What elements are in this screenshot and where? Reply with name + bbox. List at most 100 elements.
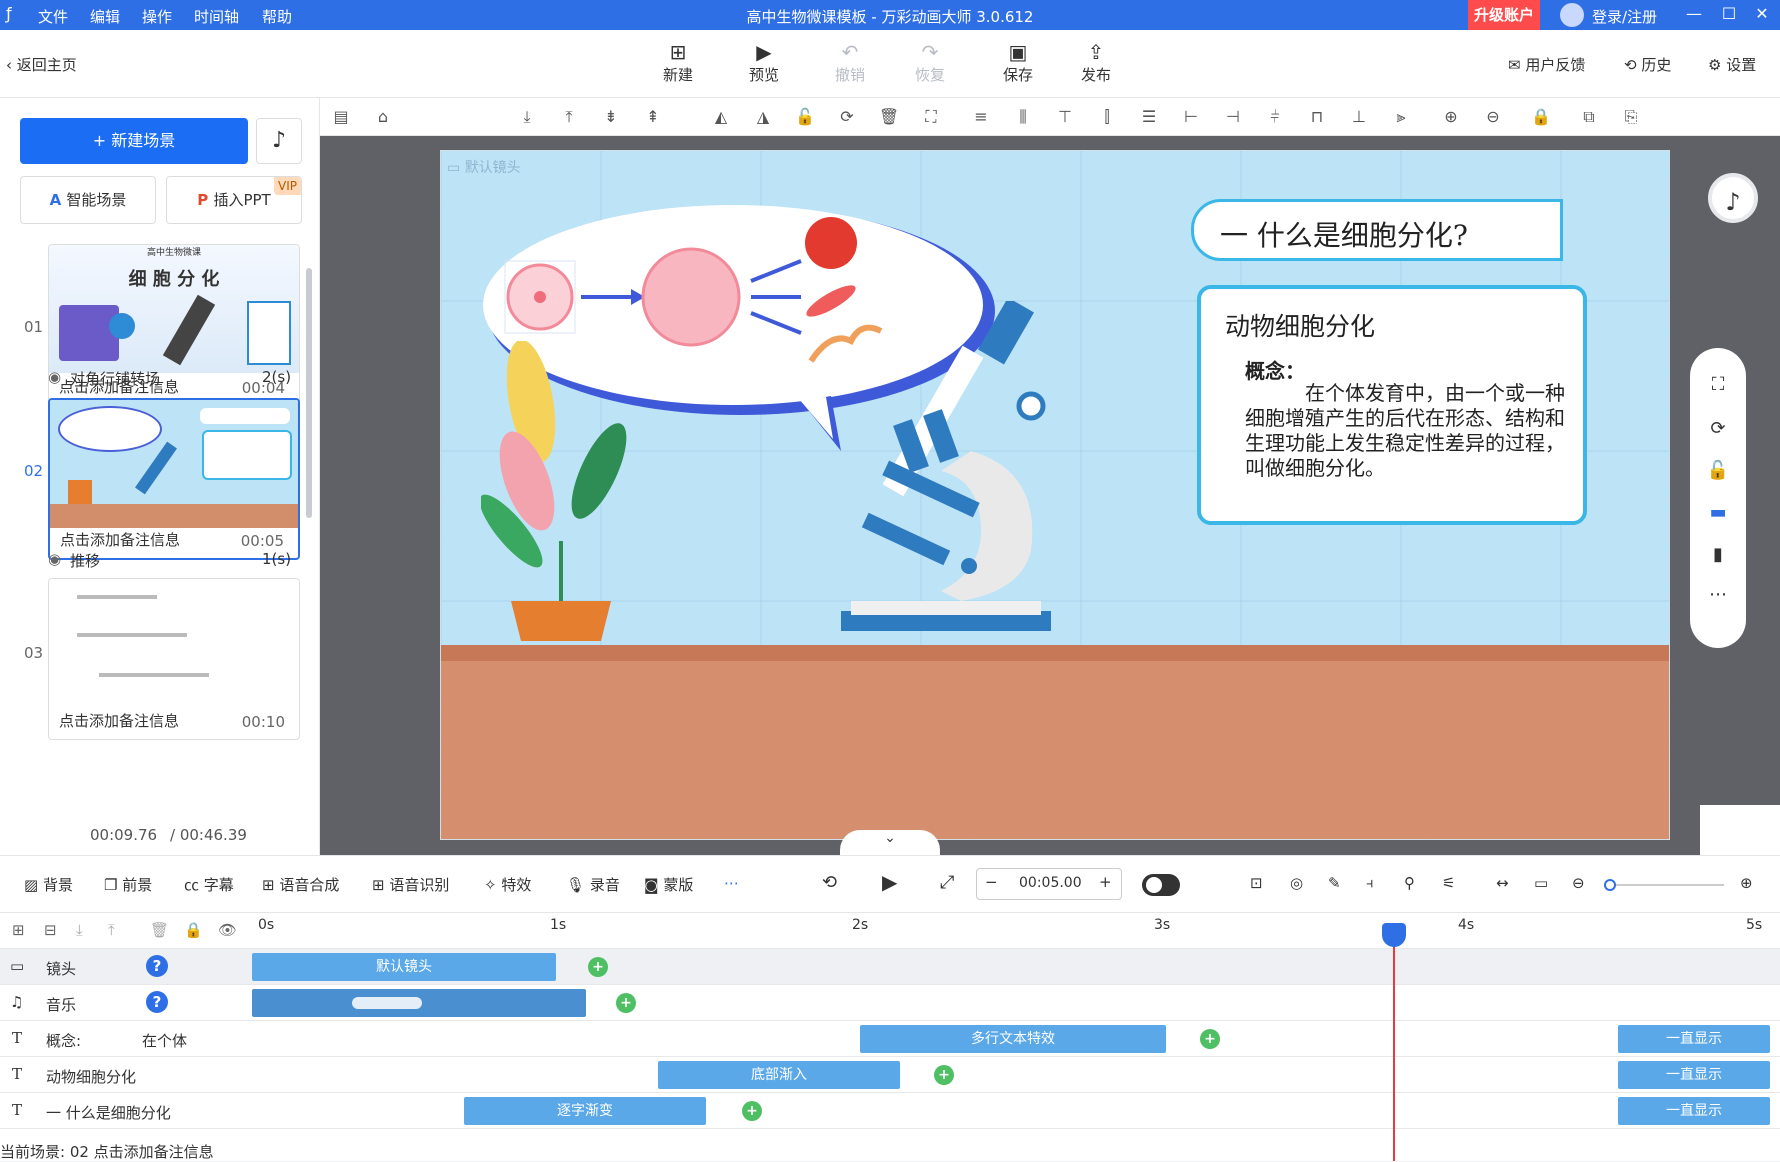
rotate-icon[interactable]: ⟳	[836, 106, 858, 128]
fit-width-icon[interactable]: ↔	[1496, 874, 1509, 892]
history-link[interactable]: ⟲ 历史	[1624, 54, 1671, 75]
scene-card-3[interactable]: 点击添加备注信息 00:10	[48, 578, 300, 740]
align-hcenter-icon[interactable]: ⫩	[1264, 106, 1286, 128]
zoom-in-icon[interactable]: ⊕	[1440, 106, 1462, 128]
plant[interactable]	[481, 341, 641, 641]
minimize-icon[interactable]: —	[1680, 4, 1708, 23]
help-icon[interactable]: ?	[146, 955, 168, 977]
insert-ppt-button[interactable]: P 插入PPT VIP	[166, 176, 302, 224]
zoom-slider-knob[interactable]	[1604, 879, 1616, 891]
unlock-icon[interactable]: 🔓	[1706, 460, 1730, 484]
move-down-icon[interactable]: ⤓	[516, 106, 538, 128]
align-mid-icon[interactable]: ⫼	[1012, 106, 1034, 128]
group-icon[interactable]: ⊡	[1250, 874, 1263, 892]
ruler-icon[interactable]: ▤	[330, 106, 352, 128]
transition-name[interactable]: 推移	[70, 550, 100, 571]
align-center-icon[interactable]: ≡	[970, 106, 992, 128]
track-header[interactable]: T 动物细胞分化	[0, 1057, 252, 1093]
tts-tool[interactable]: ⊞ 语音合成	[262, 874, 339, 895]
mask-tool[interactable]: ◙ 蒙版	[644, 874, 693, 895]
flip-icon[interactable]: ◭	[710, 106, 732, 128]
audio-clip[interactable]	[252, 989, 586, 1017]
trash-icon[interactable]: 🗑	[150, 921, 169, 939]
help-icon[interactable]: ?	[146, 991, 168, 1013]
copy-icon[interactable]: ⧉	[1578, 106, 1600, 128]
fit-screen-icon[interactable]: ⛶	[1706, 374, 1730, 398]
camera-shot-icon[interactable]: ◎	[1290, 874, 1303, 892]
edit-icon[interactable]: ✎	[1328, 874, 1341, 892]
ratio-icon[interactable]: ▭	[1534, 874, 1548, 892]
filter-icon[interactable]: ⚲	[1404, 874, 1415, 892]
keyframe-add-icon[interactable]: +	[1200, 1029, 1220, 1049]
subtitle-tool[interactable]: ㏄ 字幕	[184, 874, 234, 895]
scene-note[interactable]: 点击添加备注信息	[59, 710, 179, 731]
adjust-icon[interactable]: ⚟	[1442, 874, 1455, 892]
collapse-timeline-icon[interactable]: ⌄	[840, 830, 940, 855]
scene-scrollbar[interactable]	[306, 268, 312, 518]
stage-canvas[interactable]: ▭ 默认镜头 一 什么是细胞分化? 动物细胞分化 概念： 在个体发育中，由一个或…	[440, 150, 1670, 840]
replay-icon[interactable]: ⟲	[822, 872, 837, 893]
move-down-icon[interactable]: ⤓	[76, 921, 83, 939]
keyframe-add-icon[interactable]: +	[588, 957, 608, 977]
track-header[interactable]: T 一 什么是细胞分化	[0, 1093, 252, 1129]
play-icon[interactable]: ▶	[882, 870, 897, 894]
publish-button[interactable]: ⇪ 发布	[1066, 40, 1126, 85]
preview-button[interactable]: ▶ 预览	[734, 40, 794, 85]
track-row[interactable]: +	[252, 985, 1780, 1021]
settings-link[interactable]: ⚙ 设置	[1708, 54, 1756, 75]
fullscreen-icon[interactable]: ⤢	[940, 872, 954, 893]
feedback-link[interactable]: ✉ 用户反馈	[1508, 54, 1585, 75]
menu-operate[interactable]: 操作	[142, 6, 172, 27]
effects-tool[interactable]: ✧ 特效	[484, 874, 531, 895]
align-right-icon[interactable]: ⊣	[1222, 106, 1244, 128]
move-up-icon[interactable]: ⤒	[108, 921, 115, 939]
menu-timeline[interactable]: 时间轴	[194, 6, 239, 27]
move-up-icon[interactable]: ⤒	[558, 106, 580, 128]
maximize-icon[interactable]: ☐	[1715, 4, 1743, 23]
keyframe-add-icon[interactable]: +	[616, 993, 636, 1013]
asr-tool[interactable]: ⊞ 语音识别	[372, 874, 449, 895]
flip-v-icon[interactable]: ◮	[752, 106, 774, 128]
align-bottom-icon[interactable]: ⊥	[1348, 106, 1370, 128]
music-fab[interactable]: ♪	[1708, 173, 1758, 223]
clip[interactable]: 一直显示	[1618, 1025, 1770, 1053]
lock-icon[interactable]: 🔓	[794, 106, 816, 128]
clip[interactable]: 逐字渐变	[464, 1097, 706, 1125]
layer-up-icon[interactable]: ⇞	[642, 106, 664, 128]
plus-icon[interactable]: +	[1099, 873, 1112, 891]
foreground-tool[interactable]: ❐ 前景	[104, 874, 152, 895]
keyframe-add-icon[interactable]: +	[934, 1065, 954, 1085]
delete-icon[interactable]: 🗑	[878, 106, 900, 128]
new-scene-button[interactable]: + 新建场景	[20, 118, 248, 164]
login-link[interactable]: 登录/注册	[1592, 6, 1657, 27]
lock-icon[interactable]: 🔒	[184, 921, 203, 939]
close-icon[interactable]: ✕	[1748, 4, 1776, 23]
clip[interactable]: 默认镜头	[252, 953, 556, 981]
minimap[interactable]	[1700, 805, 1780, 855]
scene-note[interactable]: 点击添加备注信息	[60, 529, 180, 550]
scene-card-2[interactable]: 点击添加备注信息 00:05	[48, 398, 300, 560]
align-between-icon[interactable]: ⫿	[1096, 106, 1118, 128]
clip[interactable]: 底部渐入	[658, 1061, 900, 1089]
track-header[interactable]: ▭ 镜头 ?	[0, 949, 252, 985]
portrait-icon[interactable]: ▮	[1706, 544, 1730, 568]
distribute-icon[interactable]: ☰	[1138, 106, 1160, 128]
time-ruler[interactable]: 0s 1s 2s 3s 4s 5s	[252, 913, 1780, 949]
rotate-screen-icon[interactable]: ⟳	[1706, 418, 1730, 442]
redo-button[interactable]: ↷ 恢复	[900, 40, 960, 85]
undo-button[interactable]: ↶ 撤销	[820, 40, 880, 85]
upgrade-button[interactable]: 升级账户	[1468, 0, 1540, 30]
zoom-in-timeline-icon[interactable]: ⊕	[1740, 874, 1753, 892]
lock-all-icon[interactable]: 🔒	[1530, 106, 1552, 128]
more-icon[interactable]: ⋯	[1706, 584, 1730, 608]
home-icon[interactable]: ⌂	[372, 106, 394, 128]
new-button[interactable]: ⊞ 新建	[648, 40, 708, 85]
zoom-slider[interactable]	[1604, 879, 1724, 891]
track-row[interactable]: 多行文本特效 + 一直显示	[252, 1021, 1780, 1057]
align-vtop-icon[interactable]: ⊓	[1306, 106, 1328, 128]
align-top-icon[interactable]: ⊤	[1054, 106, 1076, 128]
save-button[interactable]: ▣ 保存	[988, 40, 1048, 85]
clip[interactable]: 一直显示	[1618, 1061, 1770, 1089]
microscope[interactable]	[841, 301, 1161, 631]
landscape-icon[interactable]: ▬	[1706, 502, 1730, 526]
